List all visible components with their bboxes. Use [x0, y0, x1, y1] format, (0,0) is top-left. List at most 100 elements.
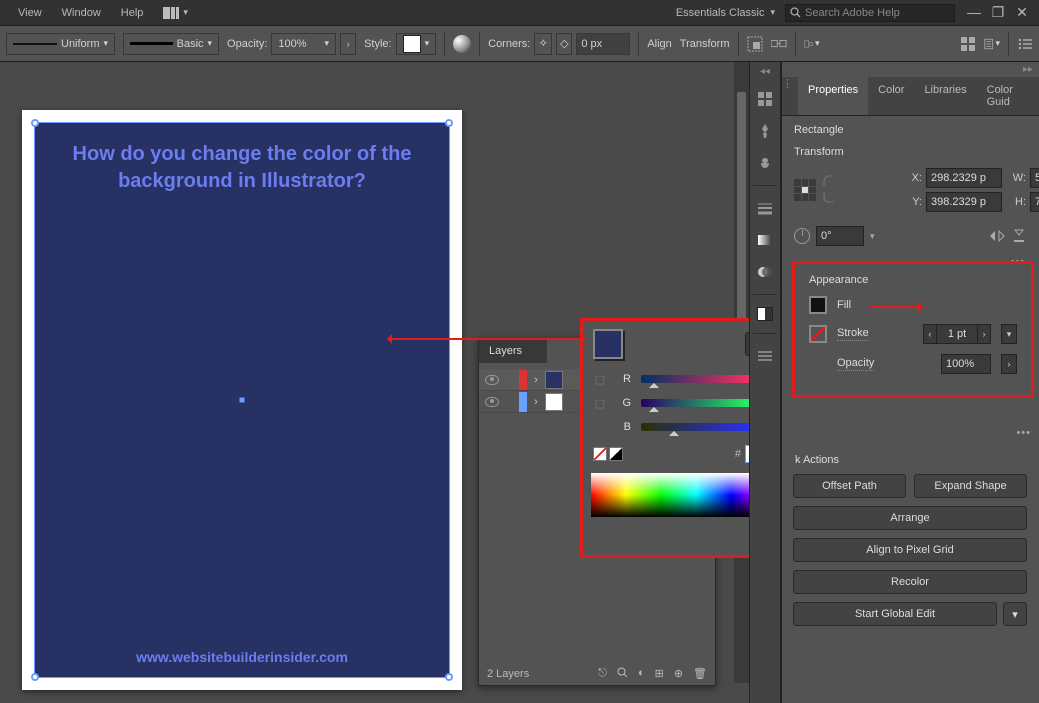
opacity-chevron[interactable]: ›	[1001, 354, 1017, 374]
view-list-icon[interactable]	[1017, 36, 1033, 52]
corners-link-icon[interactable]: ⟡	[534, 33, 552, 55]
sublayer-icon[interactable]: ⊞	[655, 667, 664, 681]
handle-tl[interactable]	[31, 119, 39, 127]
opacity-label: Opacity:	[227, 38, 267, 50]
w-label: W:	[948, 172, 1026, 184]
artboard[interactable]: How do you change the color of the backg…	[22, 110, 462, 690]
list-small-icon[interactable]	[755, 346, 775, 366]
search-icon[interactable]	[617, 667, 628, 681]
corners-stepper[interactable]: ◇	[556, 33, 572, 55]
bw-swatch[interactable]	[609, 447, 623, 461]
flip-h-icon[interactable]	[989, 229, 1005, 243]
handle-tr[interactable]	[445, 119, 453, 127]
flip-v-icon[interactable]	[1011, 229, 1027, 243]
view-grid-icon[interactable]	[960, 36, 976, 52]
workspace-switcher[interactable]: Essentials Classic ▾	[666, 7, 785, 19]
corners-value[interactable]	[576, 33, 630, 55]
b-label: B	[617, 421, 631, 433]
tab-properties[interactable]: Properties	[798, 77, 868, 115]
hex-hash: #	[735, 448, 741, 460]
w-input[interactable]	[1030, 168, 1039, 188]
opacity-value[interactable]	[941, 354, 991, 374]
layer-thumbnail	[545, 393, 563, 411]
brushes-icon[interactable]	[755, 121, 775, 141]
locate-icon[interactable]: ⎋	[598, 667, 607, 681]
transform-label[interactable]: Transform	[680, 38, 730, 50]
menu-window[interactable]: Window	[52, 7, 111, 19]
fill-swatch-button[interactable]	[809, 296, 827, 314]
handle-bl[interactable]	[31, 673, 39, 681]
tab-color-guide[interactable]: Color Guid	[977, 77, 1039, 115]
stroke-swatch-button[interactable]	[809, 325, 827, 343]
menu-help[interactable]: Help	[111, 7, 154, 19]
opacity-input[interactable]: 100%▾	[271, 33, 336, 55]
style-label: Style:	[364, 38, 392, 50]
angle-input[interactable]	[816, 226, 864, 246]
opacity-chevron[interactable]: ›	[340, 33, 356, 55]
gradient-icon[interactable]	[755, 230, 775, 250]
symbols-icon[interactable]	[755, 153, 775, 173]
new-layer-icon[interactable]: ⊕	[674, 667, 683, 681]
expand-icon[interactable]: ▸▸	[782, 62, 1039, 77]
expand-layer-icon[interactable]: ›	[531, 396, 541, 408]
fill-swatch[interactable]	[593, 329, 623, 359]
tab-libraries[interactable]: Libraries	[914, 77, 976, 115]
minimize-button[interactable]: —	[965, 4, 983, 21]
rectangle-object[interactable]: How do you change the color of the backg…	[34, 122, 450, 678]
visibility-icon[interactable]	[485, 397, 499, 407]
link-wh-icon[interactable]	[822, 170, 840, 211]
angle-chevron-icon[interactable]: ▾	[870, 231, 875, 242]
appearance-title: Appearance	[809, 274, 1017, 286]
delete-icon[interactable]: 🗑	[693, 667, 707, 681]
align-label[interactable]: Align	[647, 38, 671, 50]
artboard-url-text: www.websitebuilderinsider.com	[35, 649, 449, 665]
close-button[interactable]: ✕	[1013, 4, 1031, 21]
arrange-button[interactable]: Arrange	[793, 506, 1027, 530]
b-slider[interactable]	[641, 423, 755, 431]
maximize-button[interactable]: ❐	[989, 4, 1007, 21]
appearance-small-icon[interactable]	[757, 307, 773, 321]
view-doc-icon[interactable]: ▾	[984, 36, 1000, 52]
none-swatch[interactable]	[593, 447, 607, 461]
visibility-icon[interactable]	[485, 375, 499, 385]
anchor-widget[interactable]	[794, 179, 816, 201]
rotate-knob[interactable]	[794, 228, 810, 244]
h-input[interactable]	[1030, 192, 1039, 212]
global-edit-button[interactable]: Start Global Edit	[793, 602, 997, 626]
recolor-icon[interactable]	[453, 35, 471, 53]
brush-select[interactable]: Basic ▾	[123, 33, 219, 55]
r-slider[interactable]	[641, 375, 755, 383]
arrange-docs-icon[interactable]: ▾	[153, 7, 198, 19]
stroke-dropdown[interactable]: ▾	[1001, 324, 1017, 344]
mask-icon[interactable]: ◐	[638, 667, 645, 681]
style-swatch[interactable]: ▾	[396, 33, 437, 55]
menu-view[interactable]: View	[8, 7, 52, 19]
expand-layer-icon[interactable]: ›	[531, 374, 541, 386]
collapse-icon[interactable]: ◂◂	[760, 66, 770, 77]
align-pixel-button[interactable]: Align to Pixel Grid	[793, 538, 1027, 562]
y-label: Y:	[844, 196, 922, 208]
expand-shape-button[interactable]: Expand Shape	[914, 474, 1027, 498]
isolate-icon[interactable]	[747, 36, 763, 52]
tab-color[interactable]: Color	[868, 77, 914, 115]
recolor-button[interactable]: Recolor	[793, 570, 1027, 594]
layers-tab[interactable]: Layers	[479, 339, 547, 363]
offset-path-button[interactable]: Offset Path	[793, 474, 906, 498]
more-options-icon[interactable]: •••	[1016, 427, 1033, 439]
stroke-icon[interactable]	[755, 198, 775, 218]
swatches-icon[interactable]	[755, 89, 775, 109]
stroke-width-stepper[interactable]: ‹ ›	[923, 324, 991, 344]
chevron-down-icon: ▾	[770, 7, 775, 18]
handle-br[interactable]	[445, 673, 453, 681]
stroke-label: Stroke	[837, 327, 869, 341]
select-similar-icon[interactable]	[771, 36, 787, 52]
panel-grip-icon[interactable]: ⋮⋮	[782, 77, 798, 115]
stroke-width-value[interactable]	[937, 324, 977, 344]
help-search[interactable]: Search Adobe Help	[785, 4, 955, 22]
align-to-icon[interactable]: ▾	[804, 36, 820, 52]
transparency-icon[interactable]	[755, 262, 775, 282]
scrollbar-thumb[interactable]	[737, 92, 746, 352]
g-slider[interactable]	[641, 399, 755, 407]
stroke-profile-select[interactable]: Uniform ▾	[6, 33, 115, 55]
global-edit-dropdown[interactable]: ▾	[1003, 602, 1027, 626]
